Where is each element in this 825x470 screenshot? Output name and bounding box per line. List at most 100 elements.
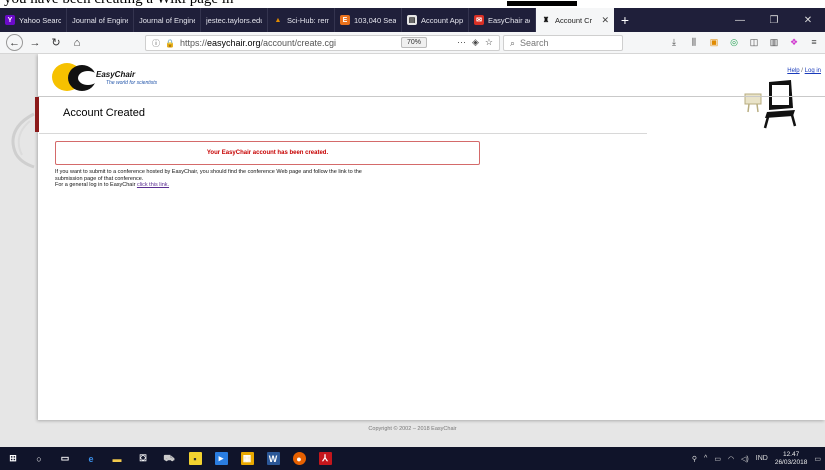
logo-black-shape: [68, 65, 98, 91]
acrobat-icon[interactable]: ⅄: [312, 447, 338, 470]
window-controls: — ❐ ✕: [723, 8, 825, 32]
pocket-icon[interactable]: ◈: [472, 37, 479, 48]
menu-icon[interactable]: ≡: [808, 35, 820, 49]
tab-journal-2[interactable]: Journal of Enginee: [134, 8, 201, 32]
restore-icon[interactable]: ❐: [757, 8, 791, 32]
extension-colorful-icon[interactable]: ❖: [788, 35, 800, 49]
tab-label: jestec.taylors.edu.m: [206, 15, 262, 25]
bookmark-star-icon[interactable]: ☆: [485, 37, 493, 48]
browser-tab-bar: Y Yahoo Search Journal of Engineer Journ…: [0, 8, 825, 32]
forward-arrow-icon[interactable]: →: [26, 34, 44, 52]
extension-green-icon[interactable]: ◎: [728, 35, 740, 49]
edge-browser-icon[interactable]: e: [78, 447, 104, 470]
reload-icon[interactable]: ↻: [47, 34, 65, 52]
tab-account-created[interactable]: ♜ Account Cr ✕: [536, 8, 614, 32]
tab-elsevier-search[interactable]: E 103,040 Search: [335, 8, 402, 32]
minimize-icon[interactable]: —: [723, 8, 757, 32]
download-icon[interactable]: ⤓: [668, 35, 680, 49]
windows-taskbar: ⊞ ○ ▭ e ▬ ⛋ ⛟ ▪ ▸ ▦ W ● ⅄ ⚲ ^ ▭ ◠ ◁) IND…: [0, 447, 825, 470]
info-icon[interactable]: ⓘ: [152, 38, 160, 49]
tab-label: 103,040 Search: [354, 15, 396, 25]
taskbar-search-icon[interactable]: ○: [26, 447, 52, 470]
tab-easychair-mail[interactable]: ✉ EasyChair acco: [469, 8, 536, 32]
chair-illustration-icon: [744, 80, 797, 129]
zoom-level[interactable]: 70%: [401, 37, 428, 48]
extension-orange-icon[interactable]: ▣: [708, 35, 720, 49]
easychair-logo[interactable]: EasyChair The world for scientists: [48, 63, 173, 91]
logo-brand-name: EasyChair: [96, 70, 136, 79]
wifi-icon[interactable]: ◠: [728, 455, 734, 463]
tab-yahoo-search[interactable]: Y Yahoo Search: [0, 8, 67, 32]
tab-label: EasyChair acco: [488, 15, 530, 25]
windows-start-icon[interactable]: ⊞: [0, 447, 26, 470]
notifications-icon[interactable]: ▭: [814, 455, 821, 463]
top-links: Help / Log in: [787, 68, 821, 74]
title-divider: [39, 133, 647, 134]
tab-account-application[interactable]: ▤ Account Applic: [402, 8, 469, 32]
word-icon[interactable]: W: [260, 447, 286, 470]
page-viewport: EasyChair The world for scientists Help …: [0, 54, 825, 447]
general-login-link[interactable]: click this link.: [137, 182, 169, 188]
tab-jestec[interactable]: jestec.taylors.edu.m: [201, 8, 268, 32]
page-footer: Copyright © 2002 – 2018 EasyChair: [368, 426, 457, 432]
home-icon[interactable]: ⌂: [68, 34, 86, 52]
success-message: Your EasyChair account has been created.: [206, 150, 329, 156]
scihub-icon: ▲: [274, 16, 282, 24]
instructions-line-3: For a general log in to EasyChair click …: [55, 182, 170, 188]
navigation-bar: ← → ↻ ⌂ ⓘ 🔒 https://easychair.org/accoun…: [0, 32, 825, 54]
login-link[interactable]: Log in: [805, 68, 821, 74]
close-tab-icon[interactable]: ✕: [601, 15, 609, 26]
yahoo-icon: Y: [5, 15, 15, 25]
new-tab-button[interactable]: +: [614, 8, 636, 32]
store-icon[interactable]: ⛋: [130, 447, 156, 470]
close-window-icon[interactable]: ✕: [791, 8, 825, 32]
sticky-notes-icon[interactable]: ▪: [182, 447, 208, 470]
help-link[interactable]: Help: [787, 68, 799, 74]
tab-journal-1[interactable]: Journal of Engineer: [67, 8, 134, 32]
search-placeholder: Search: [520, 38, 549, 48]
show-hidden-icons[interactable]: ^: [704, 455, 707, 462]
elsevier-icon: E: [340, 15, 350, 25]
background-document-redaction: [507, 1, 577, 6]
clock-date: 26/03/2018: [774, 458, 808, 466]
url-actions: ··· ◈ ☆: [457, 37, 493, 48]
battery-icon[interactable]: ▭: [714, 455, 721, 463]
lock-icon[interactable]: 🔒: [165, 39, 175, 48]
url-text: https://easychair.org/account/create.cgi: [179, 38, 337, 48]
clock-time: 12.47: [782, 450, 800, 458]
more-actions-icon[interactable]: ···: [457, 37, 466, 48]
app-blue-icon[interactable]: ▸: [208, 447, 234, 470]
decorative-swirl-graphic: [11, 112, 35, 169]
background-document-strip: you have been creating a Wiki page in: [0, 0, 825, 8]
tab-scihub[interactable]: ▲ Sci-Hub: remov: [268, 8, 335, 32]
language-indicator[interactable]: IND: [756, 455, 768, 462]
app-yellow-icon[interactable]: ▦: [234, 447, 260, 470]
search-icon: ⌕: [510, 37, 516, 48]
system-tray: ⚲ ^ ▭ ◠ ◁) IND 12.47 26/03/2018 ▭: [692, 451, 825, 467]
task-view-icon[interactable]: ▭: [52, 447, 78, 470]
firefox-icon[interactable]: ●: [286, 447, 312, 470]
success-message-box: Your EasyChair account has been created.: [55, 141, 480, 165]
mail-icon: ✉: [474, 15, 484, 25]
instructions-text: If you want to submit to a conference ho…: [55, 169, 362, 189]
reader-icon[interactable]: ▥: [768, 35, 780, 49]
tab-label: Journal of Engineer: [72, 15, 128, 25]
search-box[interactable]: ⌕ Search: [503, 35, 623, 51]
network-app-icon[interactable]: ⛟: [156, 447, 182, 470]
instructions-line-1: If you want to submit to a conference ho…: [55, 169, 362, 175]
toolbar-icons: ⤓ ⫼ ▣ ◎ ◫ ▥ ❖ ≡: [668, 35, 820, 49]
account-icon: ▤: [407, 15, 417, 25]
file-explorer-icon[interactable]: ▬: [104, 447, 130, 470]
page-title: Account Created: [63, 107, 145, 119]
library-icon[interactable]: ⫼: [688, 35, 700, 49]
clock[interactable]: 12.47 26/03/2018: [775, 451, 808, 467]
back-arrow-icon[interactable]: ←: [6, 34, 23, 51]
tab-label: Yahoo Search: [19, 15, 61, 25]
sidebar-icon[interactable]: ◫: [748, 35, 760, 49]
page-card: EasyChair The world for scientists Help …: [35, 54, 825, 420]
volume-icon[interactable]: ◁): [741, 455, 749, 463]
easychair-chair-icon: ♜: [542, 17, 550, 24]
people-icon[interactable]: ⚲: [692, 455, 697, 463]
address-bar[interactable]: ⓘ 🔒 https://easychair.org/account/create…: [145, 35, 500, 51]
tab-label: Account Applic: [421, 15, 463, 25]
